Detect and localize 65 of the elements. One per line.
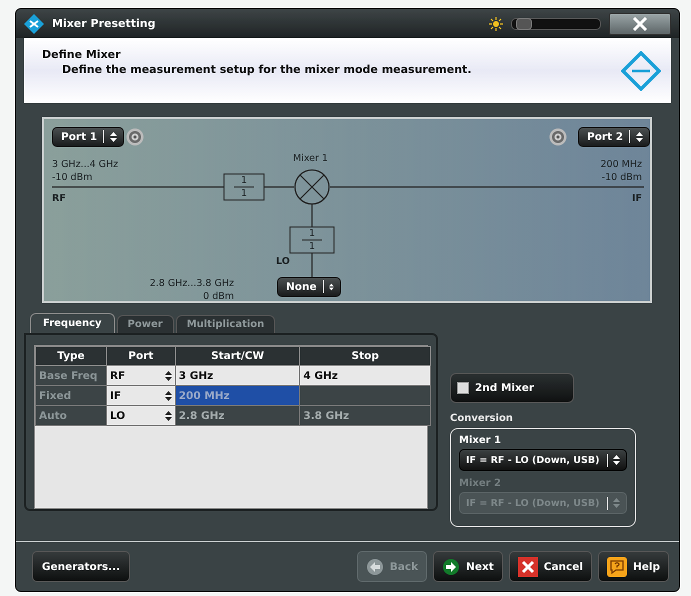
generators-button[interactable]: Generators...: [32, 551, 130, 582]
table-cell[interactable]: 3 GHz: [175, 366, 300, 386]
table-cell: Base Freq: [36, 366, 106, 386]
rf-range: 3 GHz...4 GHz: [52, 158, 118, 170]
second-mixer-toggle[interactable]: 2nd Mixer: [450, 373, 574, 404]
lo-label: LO: [276, 256, 290, 267]
spinner-icon: [164, 390, 172, 401]
tab[interactable]: Power: [116, 315, 174, 334]
header-title: Define Mixer: [42, 48, 122, 61]
header-description: Define the measurement setup for the mixer mode measurement.: [61, 62, 472, 76]
ratio-value: 1: [308, 240, 316, 252]
spinner-icon: [164, 410, 172, 421]
spinner-icon: [636, 132, 644, 142]
mixer-label: Mixer 1: [459, 435, 502, 446]
next-button[interactable]: Next: [433, 551, 503, 582]
close-icon: [632, 16, 648, 31]
if-range: 200 MHz: [600, 158, 642, 170]
ratio-value: 1: [308, 228, 316, 239]
lo-power: 0 dBm: [203, 290, 234, 302]
port-dropdown[interactable]: LO: [106, 406, 176, 426]
diamond-logo-icon: [24, 14, 44, 34]
mixer-label: Mixer 1: [293, 152, 328, 164]
connector-icon: [549, 128, 567, 146]
cancel-button[interactable]: Cancel: [508, 551, 592, 582]
conversion-title: Conversion: [450, 413, 514, 424]
spinner-icon: [613, 455, 620, 466]
if-power: -10 dBm: [602, 172, 642, 183]
spinner-icon: [110, 132, 118, 142]
tab[interactable]: Multiplication: [176, 315, 276, 334]
table-cell: Fixed: [36, 386, 106, 406]
ratio-value: 1: [240, 174, 248, 186]
if-label: IF: [632, 192, 642, 204]
table-cell: Auto: [36, 406, 106, 426]
lo-range: 2.8 GHz...3.8 GHz: [150, 278, 234, 289]
ratio-value: 1: [240, 188, 248, 199]
rf-power: -10 dBm: [52, 172, 92, 183]
help-button[interactable]: Help: [598, 551, 669, 582]
close-button[interactable]: [609, 12, 671, 35]
rf-label: RF: [52, 192, 66, 204]
lo-source-selector[interactable]: None: [277, 276, 341, 297]
spinner-icon: [329, 282, 334, 292]
mixer-label: Mixer 2: [459, 478, 502, 490]
port-dropdown[interactable]: RF: [106, 366, 176, 386]
port-selector[interactable]: Port 2: [578, 126, 650, 147]
table-cell[interactable]: 2.8 GHz: [175, 406, 300, 426]
cancel-x-icon: [518, 556, 538, 577]
column-header: Start/CW: [175, 346, 300, 366]
column-header: Port: [106, 346, 176, 366]
table-cell[interactable]: 3.8 GHz: [300, 406, 430, 426]
conversion-dropdown[interactable]: IF = RF - LO (Down, USB): [459, 449, 627, 472]
table-cell[interactable]: 4 GHz: [300, 366, 430, 386]
help-icon: [606, 556, 627, 577]
brightness-icon: [489, 16, 503, 31]
table-cell[interactable]: [300, 386, 430, 406]
connector-icon: [126, 128, 144, 146]
column-header: Stop: [300, 346, 430, 366]
window-title: Mixer Presetting: [52, 17, 156, 30]
column-header: Type: [36, 346, 106, 366]
mixer-symbol: [294, 169, 330, 205]
port-selector[interactable]: Port 1: [52, 126, 124, 147]
tab[interactable]: Frequency: [30, 313, 115, 334]
spinner-icon: [613, 498, 620, 508]
brightness-slider[interactable]: [511, 18, 601, 30]
spinner-icon: [164, 370, 172, 381]
port-dropdown[interactable]: IF: [106, 386, 176, 406]
